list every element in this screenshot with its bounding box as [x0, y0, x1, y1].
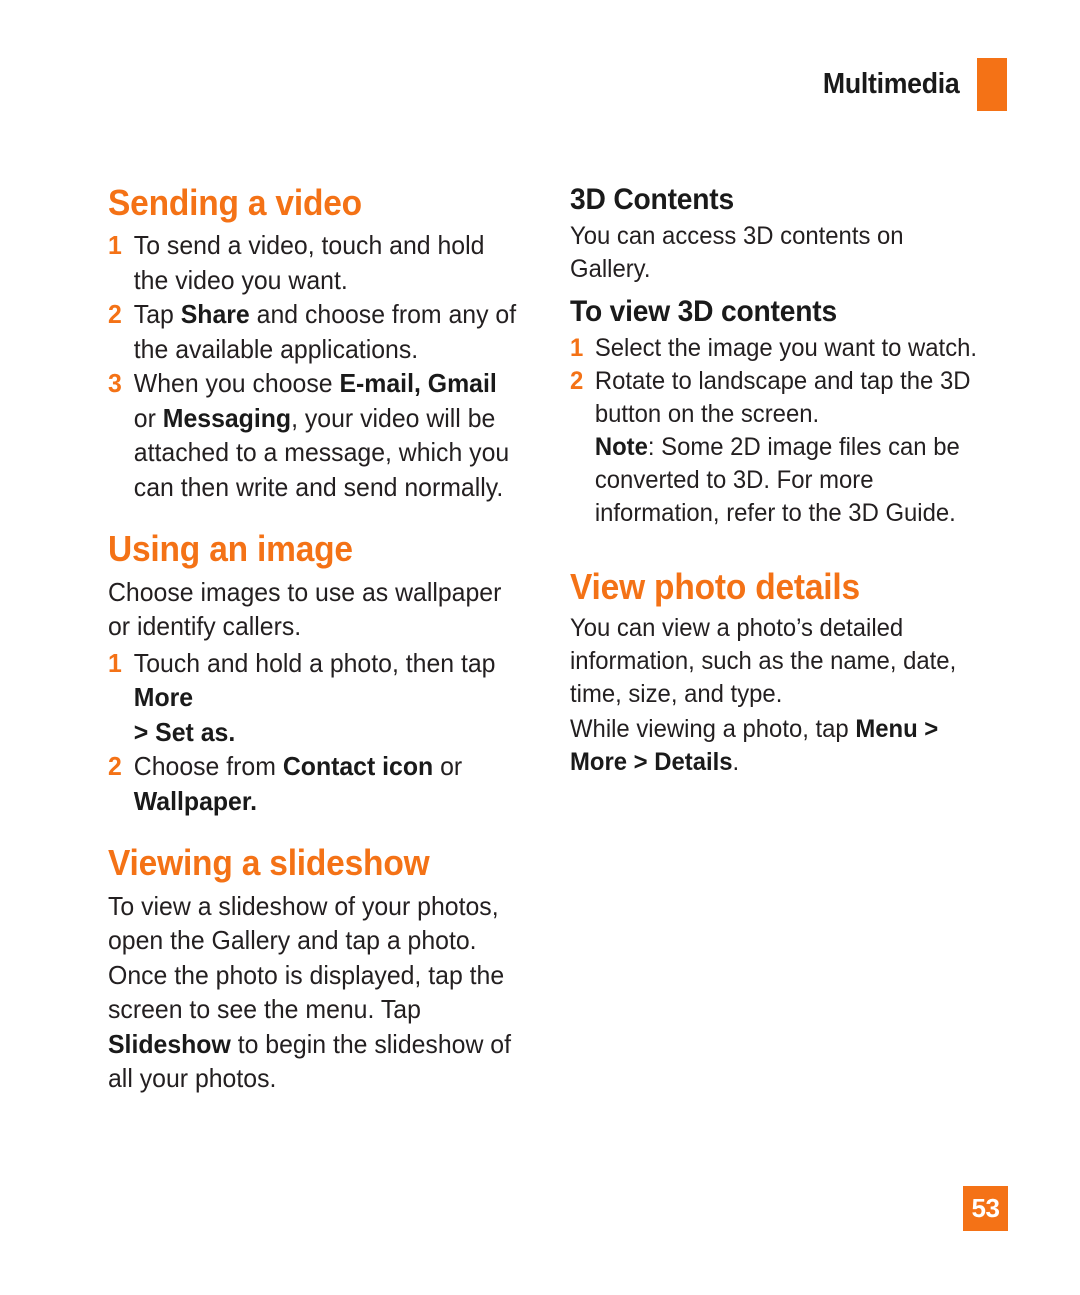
list-item: 1 To send a video, touch and hold the vi… — [108, 228, 521, 297]
left-column: Sending a video 1 To send a video, touch… — [108, 182, 540, 1098]
viewing-slideshow-body: To view a slideshow of your photos, open… — [108, 890, 512, 1094]
chapter-accent-bar — [977, 58, 1007, 111]
step-text: Select the image you want to watch. — [594, 334, 978, 362]
running-header: Multimedia — [811, 58, 1007, 111]
step-text: When you choose E-mail, Gmail or Messagi… — [133, 368, 510, 502]
list-item: 3 When you choose E-mail, Gmail or Messa… — [108, 366, 521, 504]
heading-sending-a-video: Sending a video — [108, 182, 362, 223]
step-number: 1 — [570, 334, 584, 362]
heading-to-view-3d-contents: To view 3D contents — [570, 295, 837, 328]
list-item: 2 Rotate to landscape and tap the 3D but… — [570, 365, 990, 530]
step-number: 2 — [570, 367, 584, 395]
list-item: 1 Select the image you want to watch. — [570, 332, 990, 365]
step-number: 3 — [108, 368, 122, 399]
step-text: Tap Share and choose from any of the ava… — [133, 299, 517, 364]
steps-using-an-image: 1 Touch and hold a photo, then tap More >… — [108, 646, 540, 819]
step-number: 2 — [108, 299, 122, 330]
right-column: 3D Contents You can access 3D contents o… — [570, 182, 1010, 1098]
list-item: 2 Choose from Contact icon or Wallpaper. — [108, 749, 521, 818]
step-text: To send a video, touch and hold the vide… — [133, 230, 485, 295]
heading-using-an-image: Using an image — [108, 528, 353, 570]
note-label: Note — [594, 433, 648, 461]
heading-3d-contents: 3D Contents — [570, 183, 735, 216]
list-item: 1 Touch and hold a photo, then tap More >… — [108, 646, 521, 750]
page-number-badge: 53 — [963, 1186, 1008, 1231]
chapter-title: Multimedia — [822, 68, 959, 100]
steps-sending-a-video: 1 To send a video, touch and hold the vi… — [108, 228, 540, 504]
view-photo-details-body: You can view a photo’s detailed informat… — [570, 614, 957, 709]
step-number: 1 — [108, 647, 122, 678]
steps-view-3d-contents: 1 Select the image you want to watch. 2 … — [570, 332, 1010, 530]
step-text: Rotate to landscape and tap the 3D butto… — [594, 367, 971, 527]
heading-viewing-a-slideshow: Viewing a slideshow — [108, 842, 430, 884]
view-photo-details-instruction: While viewing a photo, tap Menu > More > … — [570, 715, 939, 777]
list-item: 2 Tap Share and choose from any of the a… — [108, 297, 521, 366]
heading-view-photo-details: View photo details — [570, 566, 860, 607]
using-image-intro: Choose images to use as wallpaper or ide… — [108, 576, 502, 642]
three-d-contents-intro: You can access 3D contents on Gallery. — [570, 222, 904, 283]
step-text: Choose from Contact icon or Wallpaper. — [133, 751, 463, 816]
step-text: Touch and hold a photo, then tap More > S… — [133, 647, 496, 747]
step-number: 1 — [108, 230, 122, 261]
page-columns: Sending a video 1 To send a video, touch… — [108, 182, 1010, 1098]
page-number: 53 — [971, 1193, 1000, 1223]
step-number: 2 — [108, 751, 122, 782]
